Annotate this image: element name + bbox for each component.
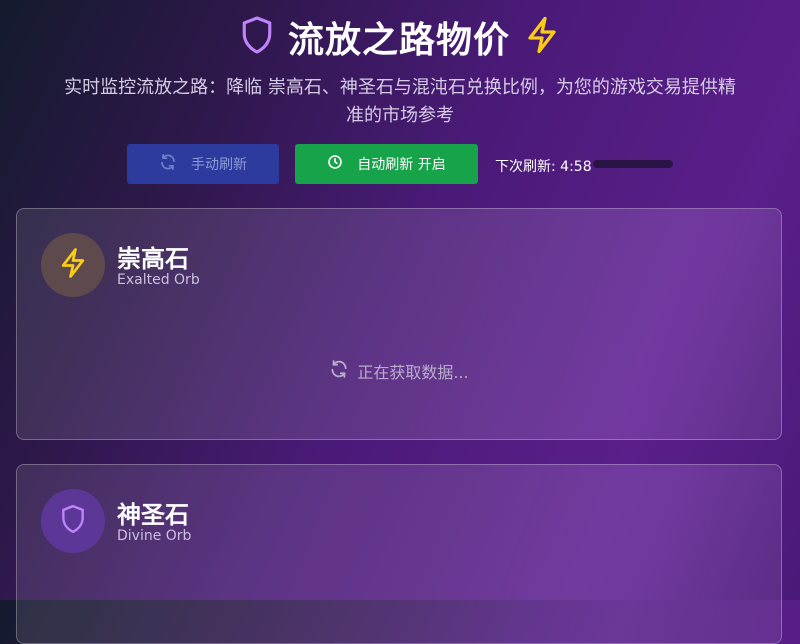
- manual-refresh-button[interactable]: 手动刷新: [127, 144, 279, 184]
- lightning-icon: [524, 15, 560, 59]
- refresh-controls: 手动刷新 自动刷新 开启 下次刷新: 4:58: [0, 144, 800, 184]
- auto-refresh-label: 自动刷新 开启: [357, 157, 446, 173]
- divine-orb-avatar: [41, 489, 105, 553]
- shield-icon: [60, 504, 86, 538]
- exalted-orb-avatar: [41, 233, 105, 297]
- page-subtitle: 实时监控流放之路：降临 崇高石、神圣石与混沌石兑换比例，为您的游戏交易提供精准的…: [64, 77, 736, 126]
- lightning-icon: [58, 247, 88, 283]
- loading-indicator: 正在获取数据...: [17, 359, 781, 383]
- divine-orb-card: 神圣石 Divine Orb: [16, 464, 782, 644]
- exalted-orb-card: 崇高石 Exalted Orb 正在获取数据...: [16, 208, 782, 440]
- refresh-progress-bar: [593, 160, 673, 168]
- page-title: 流放之路物价: [287, 20, 510, 61]
- card-subtitle: Exalted Orb: [117, 272, 200, 288]
- refresh-icon: [159, 153, 177, 175]
- clock-icon: [327, 154, 343, 174]
- shield-icon: [240, 15, 274, 59]
- card-subtitle: Divine Orb: [117, 528, 192, 544]
- loading-text: 正在获取数据...: [357, 363, 469, 382]
- auto-refresh-toggle[interactable]: 自动刷新 开启: [295, 144, 478, 184]
- card-title: 神圣石: [117, 501, 189, 529]
- refresh-icon: [329, 359, 349, 383]
- next-refresh-countdown: 下次刷新: 4:58: [495, 159, 592, 175]
- manual-refresh-label: 手动刷新: [191, 157, 247, 173]
- title-row: 流放之路物价: [0, 12, 800, 62]
- card-title: 崇高石: [117, 245, 189, 273]
